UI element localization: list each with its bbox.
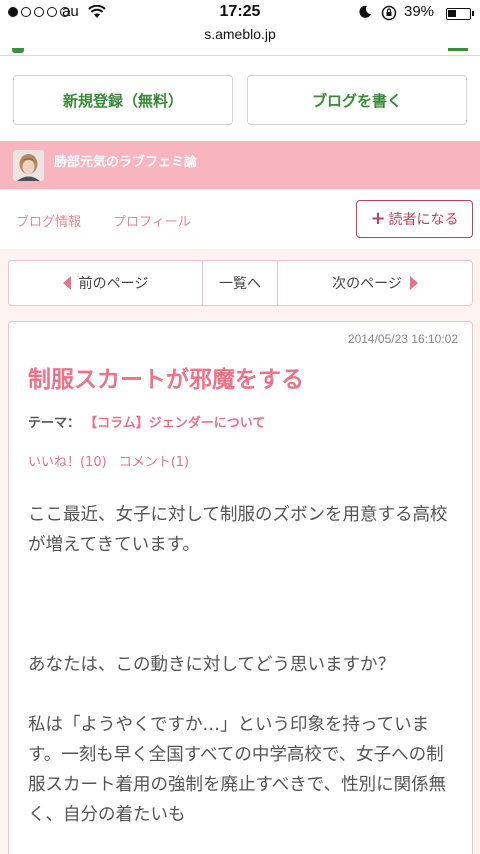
register-button[interactable]: 新規登録（無料） (13, 75, 233, 125)
do-not-disturb-icon (359, 5, 371, 18)
article-paragraph: あなたは、この動きに対してどう思いますか？ (28, 655, 395, 675)
article-theme: テーマ： 【コラム】ジェンダーについて (28, 412, 265, 431)
theme-link[interactable]: 【コラム】ジェンダーについて (84, 416, 265, 431)
site-header-strip (0, 48, 480, 56)
menu-icon[interactable] (448, 48, 468, 51)
become-reader-button[interactable]: + 読者になる (356, 200, 473, 238)
next-page-label: 次のページ (332, 276, 402, 292)
blog-header[interactable]: 勝部元気のラブフェミ論 (0, 141, 480, 189)
next-page-button[interactable]: 次のページ (278, 261, 472, 305)
become-reader-label: 読者になる (388, 212, 459, 228)
pager: 前のページ 一覧へ 次のページ (8, 260, 473, 306)
write-blog-button[interactable]: ブログを書く (247, 75, 467, 125)
prev-page-button[interactable]: 前のページ (9, 261, 203, 305)
article-body: ここ最近、女子に対して制服のズボンを用意する高校が増えてきています。 あなたは、… (28, 500, 460, 854)
content-area: 前のページ 一覧へ 次のページ 2014/05/23 16:10:02 制服スカ… (0, 249, 480, 854)
article-timestamp: 2014/05/23 16:10:02 (347, 332, 458, 346)
avatar[interactable] (13, 150, 44, 181)
battery-percent: 39% (404, 3, 435, 20)
blog-nav: ブログ情報 プロフィール + 読者になる (0, 189, 480, 249)
ameba-logo[interactable] (12, 48, 24, 53)
list-button[interactable]: 一覧へ (203, 261, 278, 305)
battery-level-fill (448, 10, 456, 17)
plus-icon: + (370, 208, 386, 229)
url-bar[interactable]: s.ameblo.jp (0, 26, 480, 48)
profile-link[interactable]: プロフィール (113, 211, 191, 230)
status-bar: au 17:25 39% (0, 0, 480, 26)
rotation-lock-icon (381, 5, 397, 21)
avatar-image (13, 150, 44, 181)
like-link[interactable]: いいね！(10) (28, 451, 107, 470)
article: 2014/05/23 16:10:02 制服スカートが邪魔をする テーマ： 【コ… (8, 321, 473, 854)
article-paragraph: ここ最近、女子に対して制服のズボンを用意する高校が増えてきています。 (28, 505, 448, 555)
article-meta: いいね！(10) コメント(1) (28, 451, 189, 470)
blog-title[interactable]: 勝部元気のラブフェミ論 (54, 151, 197, 170)
battery-tip (472, 11, 474, 16)
blog-info-link[interactable]: ブログ情報 (16, 211, 81, 230)
arrow-right-icon (409, 276, 418, 290)
prev-page-label: 前のページ (78, 276, 149, 292)
article-paragraph: 私は「ようやくですか…」という印象を持っています。一刻も早く全国すべての中学高校… (28, 715, 447, 825)
battery-icon (446, 8, 471, 20)
comment-link[interactable]: コメント(1) (119, 451, 189, 470)
article-title[interactable]: 制服スカートが邪魔をする (28, 360, 304, 394)
arrow-left-icon (62, 276, 71, 290)
theme-label: テーマ： (28, 416, 81, 431)
